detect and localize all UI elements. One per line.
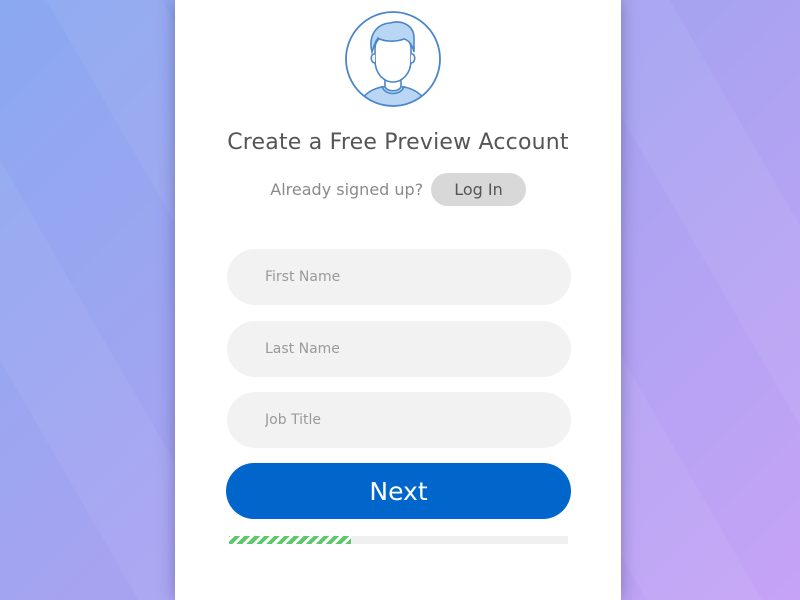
- login-prompt: Already signed up?: [270, 180, 424, 199]
- page-title: Create a Free Preview Account: [227, 130, 569, 155]
- job-title-input[interactable]: [227, 392, 571, 448]
- login-button[interactable]: Log In: [431, 173, 526, 206]
- first-name-input[interactable]: [227, 249, 571, 305]
- signup-card: Create a Free Preview Account Already si…: [175, 0, 621, 600]
- progress-bar: [229, 536, 568, 544]
- login-row: Already signed up? Log In: [175, 173, 621, 206]
- progress-fill: [229, 536, 352, 544]
- user-avatar-icon: [345, 11, 441, 107]
- last-name-input[interactable]: [227, 321, 571, 377]
- next-button[interactable]: Next: [226, 463, 571, 519]
